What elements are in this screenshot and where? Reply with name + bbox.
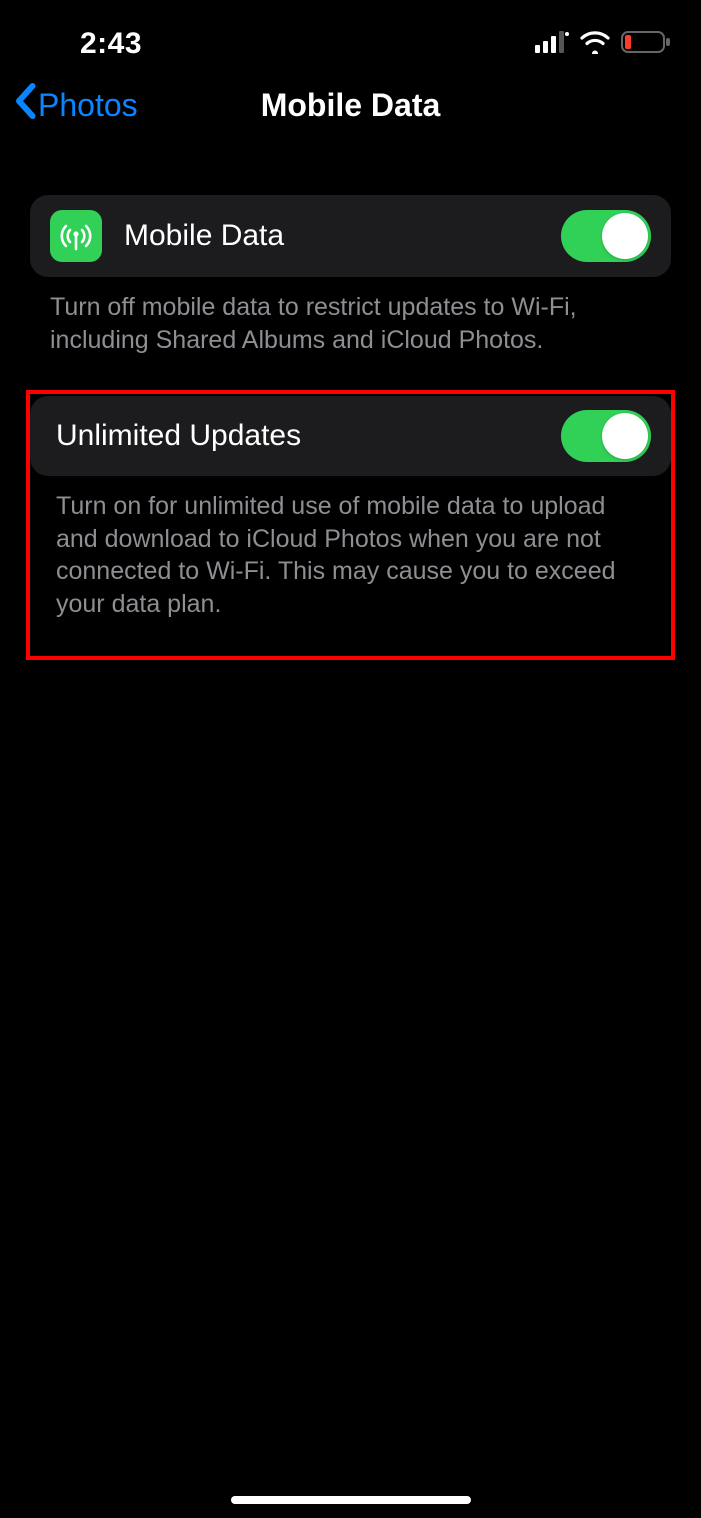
- mobile-data-footer: Turn off mobile data to restrict updates…: [30, 277, 671, 356]
- cellular-icon: [535, 31, 569, 58]
- status-time: 2:43: [30, 27, 142, 61]
- back-label: Photos: [38, 87, 138, 124]
- home-indicator[interactable]: [231, 1496, 471, 1504]
- wifi-icon: [579, 30, 611, 59]
- unlimited-updates-label: Unlimited Updates: [56, 419, 561, 453]
- toggle-knob: [602, 413, 648, 459]
- mobile-data-section: Mobile Data Turn off mobile data to rest…: [30, 195, 671, 356]
- antenna-icon: [50, 210, 102, 262]
- unlimited-updates-section: Unlimited Updates Turn on for unlimited …: [30, 396, 671, 640]
- mobile-data-label: Mobile Data: [124, 219, 561, 253]
- toggle-knob: [602, 213, 648, 259]
- page-title: Mobile Data: [261, 87, 441, 124]
- mobile-data-toggle[interactable]: [561, 210, 651, 262]
- unlimited-updates-footer: Turn on for unlimited use of mobile data…: [30, 476, 671, 640]
- battery-icon: [621, 30, 671, 59]
- status-bar: 2:43: [0, 0, 701, 70]
- mobile-data-cell: Mobile Data: [30, 195, 671, 277]
- chevron-left-icon: [14, 83, 36, 127]
- back-button[interactable]: Photos: [14, 83, 138, 127]
- status-icons: [535, 30, 671, 59]
- nav-bar: Photos Mobile Data: [0, 70, 701, 140]
- unlimited-updates-toggle[interactable]: [561, 410, 651, 462]
- unlimited-updates-cell: Unlimited Updates: [30, 396, 671, 476]
